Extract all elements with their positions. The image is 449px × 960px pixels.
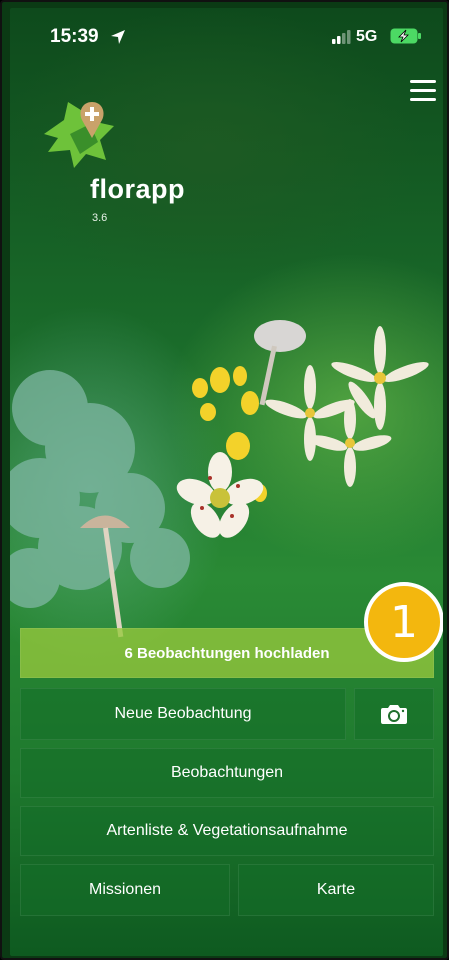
app-version: 3.6 [92, 212, 108, 224]
missions-button[interactable]: Missionen [20, 864, 230, 916]
location-arrow-icon [111, 30, 125, 44]
hamburger-menu-icon[interactable] [410, 80, 438, 102]
annotation-badge-number: 1 [390, 596, 418, 648]
battery-icon [390, 28, 421, 44]
status-bar: 15:39 5G [10, 8, 443, 64]
observations-label: Beobachtungen [170, 764, 284, 781]
app-name: florapp [90, 174, 185, 204]
new-observation-button[interactable]: Neue Beobachtung [20, 688, 346, 740]
observations-button[interactable]: Beobachtungen [20, 748, 434, 798]
network-type: 5G [356, 28, 378, 45]
species-list-button[interactable]: Artenliste & Vegetationsaufnahme [20, 806, 434, 856]
map-label: Karte [316, 881, 356, 898]
status-time: 15:39 [50, 26, 99, 47]
species-list-label: Artenliste & Vegetationsaufnahme [106, 822, 348, 839]
signal-icon [332, 30, 351, 44]
annotation-badge: 1 [364, 582, 443, 662]
camera-button[interactable] [354, 688, 434, 740]
camera-icon [381, 705, 407, 724]
florapp-logo [44, 102, 114, 168]
home-screen: 15:39 5G florapp 3.6 6 Beobachtungen hoc… [10, 8, 443, 956]
upload-observations-label: 6 Beobachtungen hochladen [124, 644, 330, 662]
new-observation-label: Neue Beobachtung [114, 705, 252, 722]
map-button[interactable]: Karte [238, 864, 434, 916]
missions-label: Missionen [88, 881, 162, 898]
phone-frame: 15:39 5G florapp 3.6 6 Beobachtungen hoc… [0, 0, 449, 960]
